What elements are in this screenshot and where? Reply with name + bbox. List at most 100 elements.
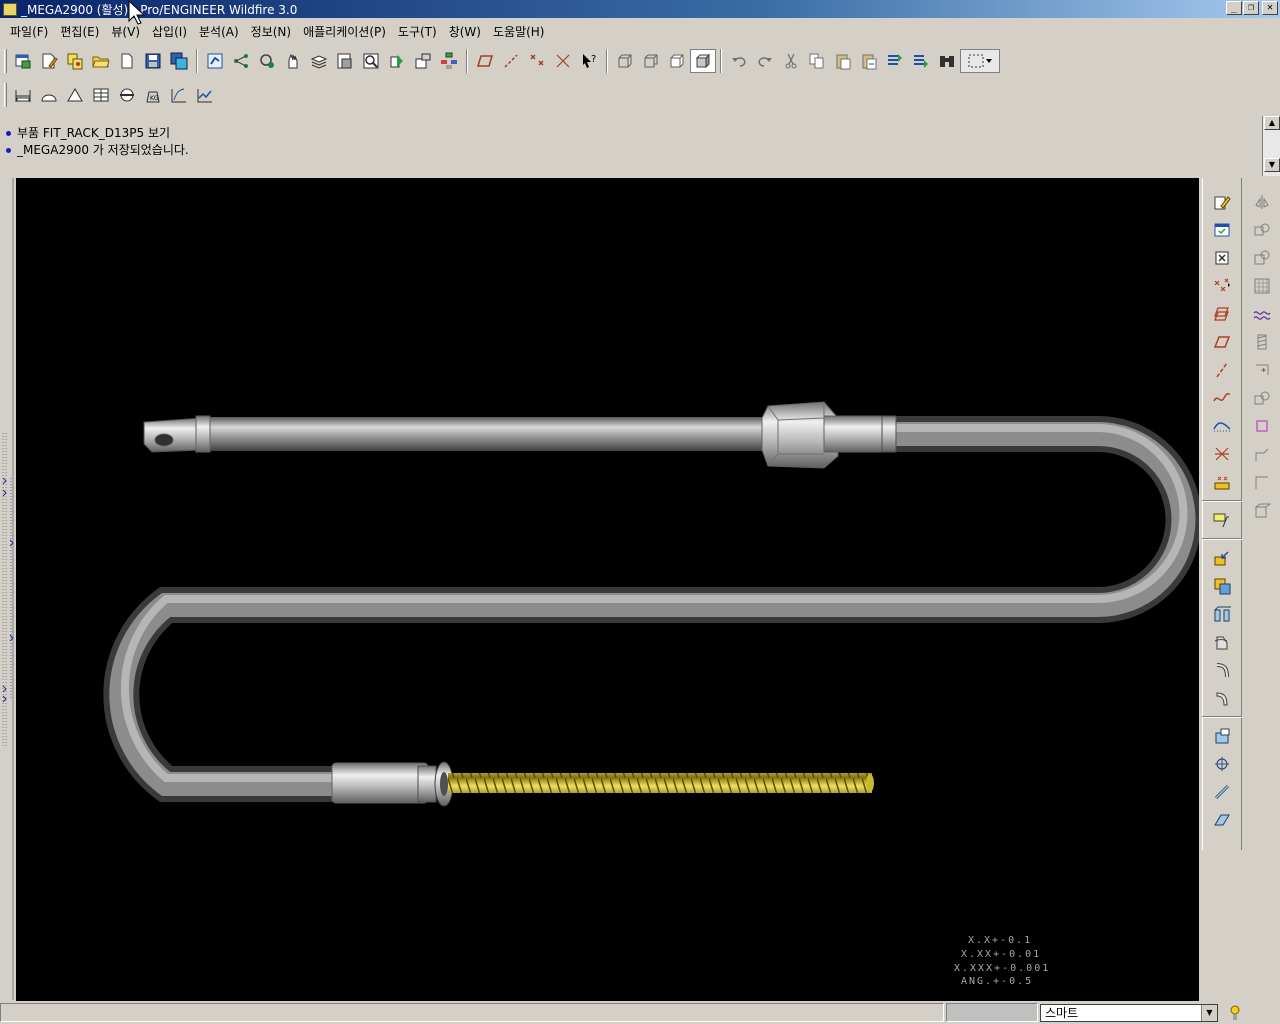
offset-button[interactable] (1248, 356, 1276, 384)
project-button[interactable] (1248, 468, 1276, 496)
datum-plane-tool-button[interactable] (1208, 300, 1236, 328)
shell-button[interactable] (1208, 750, 1236, 778)
measure-distance-button[interactable] (10, 83, 36, 107)
pattern-button[interactable] (1248, 272, 1276, 300)
menu-window[interactable]: 창(W) (443, 23, 487, 40)
mass-props-button[interactable] (88, 83, 114, 107)
measure-area-button[interactable] (36, 83, 62, 107)
new-document-button[interactable] (114, 49, 140, 73)
plane-button[interactable] (1208, 328, 1236, 356)
zoom-window-button[interactable] (358, 49, 384, 73)
graph-button[interactable] (192, 83, 218, 107)
clearance-button[interactable]: KG (140, 83, 166, 107)
selection-box-dropdown[interactable] (960, 49, 1000, 73)
cosmetic-thread-button[interactable] (1248, 328, 1276, 356)
scroll-down-button[interactable]: ▼ (1264, 158, 1280, 172)
display-style-button[interactable] (436, 49, 462, 73)
trim-button[interactable] (1248, 244, 1276, 272)
menu-applications[interactable]: 애플리케이션(P) (297, 23, 392, 40)
rod-eye-end[interactable] (143, 417, 203, 453)
multi-file-button[interactable] (62, 49, 88, 73)
open-button[interactable] (88, 49, 114, 73)
close-button[interactable]: ✕ (1262, 1, 1278, 15)
extend-button[interactable] (1248, 440, 1276, 468)
menu-file[interactable]: 파일(F) (4, 23, 54, 40)
save-copy-button[interactable] (166, 49, 192, 73)
cut-button[interactable] (778, 49, 804, 73)
sweep-button[interactable] (1208, 656, 1236, 684)
measure-angle-button[interactable] (62, 83, 88, 107)
delete-datum-button[interactable] (1208, 244, 1236, 272)
paste-special-button[interactable] (856, 49, 882, 73)
revolve-button[interactable] (1208, 628, 1236, 656)
menu-insert[interactable]: 삽입(I) (146, 23, 193, 40)
wireframe-button[interactable] (612, 49, 638, 73)
spin-center-button[interactable] (384, 49, 410, 73)
copy-geometry-button[interactable] (1208, 572, 1236, 600)
menu-analysis[interactable]: 분석(A) (193, 23, 245, 40)
reorient-button[interactable] (254, 49, 280, 73)
hole-button[interactable] (1208, 722, 1236, 750)
curvature-button[interactable] (166, 83, 192, 107)
regen-manager-button[interactable] (908, 49, 934, 73)
navigator-sash[interactable] (0, 178, 16, 1000)
redo-button[interactable] (752, 49, 778, 73)
menu-info[interactable]: 정보(N) (245, 23, 297, 40)
message-scrollbar[interactable]: ▲ ▼ (1262, 116, 1280, 176)
rod-segment[interactable] (206, 417, 766, 451)
no-hidden-button[interactable] (664, 49, 690, 73)
sleeve-fitting[interactable] (331, 762, 429, 804)
datum-points-button[interactable] (524, 49, 550, 73)
chevron-down-icon[interactable]: ▼ (1201, 1005, 1217, 1021)
datum-planes-button[interactable] (472, 49, 498, 73)
draft-button[interactable] (1208, 806, 1236, 834)
section-button[interactable] (114, 83, 140, 107)
datum-table-button[interactable] (1208, 468, 1236, 496)
saved-view-button[interactable] (410, 49, 436, 73)
restore-button[interactable]: ❐ (1243, 1, 1259, 15)
curve-button[interactable] (1208, 384, 1236, 412)
new-window-button[interactable] (10, 49, 36, 73)
model-tree-button[interactable] (228, 49, 254, 73)
sash-handle[interactable] (0, 178, 16, 1000)
toolbar-grip[interactable] (4, 49, 7, 73)
rib-button[interactable] (1208, 778, 1236, 806)
coordinate-system-button[interactable] (1208, 440, 1236, 468)
hidden-line-button[interactable] (638, 49, 664, 73)
find-button[interactable] (934, 49, 960, 73)
whats-this-button[interactable]: ? (576, 49, 602, 73)
filter-select[interactable]: 스마트 ▼ (1040, 1004, 1218, 1022)
menu-help[interactable]: 도움말(H) (487, 23, 551, 40)
scroll-up-button[interactable]: ▲ (1264, 116, 1280, 130)
menu-edit[interactable]: 편집(E) (54, 23, 105, 40)
intersect-button[interactable] (1248, 496, 1276, 524)
graphics-window[interactable]: X.X+-0.1 X.XX+-0.01 X.XXX+-0.001 ANG.+-0… (16, 178, 1199, 1001)
copy-button[interactable] (804, 49, 830, 73)
axis-button[interactable] (1208, 356, 1236, 384)
save-button[interactable] (140, 49, 166, 73)
pan-button[interactable] (280, 49, 306, 73)
merge-button[interactable] (1248, 216, 1276, 244)
menu-tools[interactable]: 도구(T) (392, 23, 443, 40)
shading-button[interactable] (690, 49, 716, 73)
edit-internal-sketch-button[interactable] (1208, 216, 1236, 244)
model-view[interactable]: X.X+-0.1 X.XX+-0.01 X.XXX+-0.001 ANG.+-0… (16, 178, 1199, 1001)
regen-model-button[interactable] (882, 49, 908, 73)
datum-point-flyout[interactable] (1208, 272, 1236, 300)
toolbar-grip[interactable] (4, 83, 7, 107)
minimize-button[interactable]: _ (1226, 1, 1242, 15)
datum-axes-button[interactable] (498, 49, 524, 73)
coord-sys-button[interactable] (550, 49, 576, 73)
undo-button[interactable] (726, 49, 752, 73)
analysis-curve-button[interactable] (1208, 412, 1236, 440)
thicken-button[interactable] (1248, 384, 1276, 412)
threaded-rod[interactable] (448, 773, 872, 793)
layers-button[interactable] (306, 49, 332, 73)
insert-shared-data-button[interactable] (1208, 544, 1236, 572)
regenerate-button[interactable] (202, 49, 228, 73)
view-manager-button[interactable] (332, 49, 358, 73)
wrap-button[interactable] (1248, 300, 1276, 328)
solidify-button[interactable] (1248, 412, 1276, 440)
edit-file-button[interactable] (36, 49, 62, 73)
mirror-button[interactable] (1248, 188, 1276, 216)
